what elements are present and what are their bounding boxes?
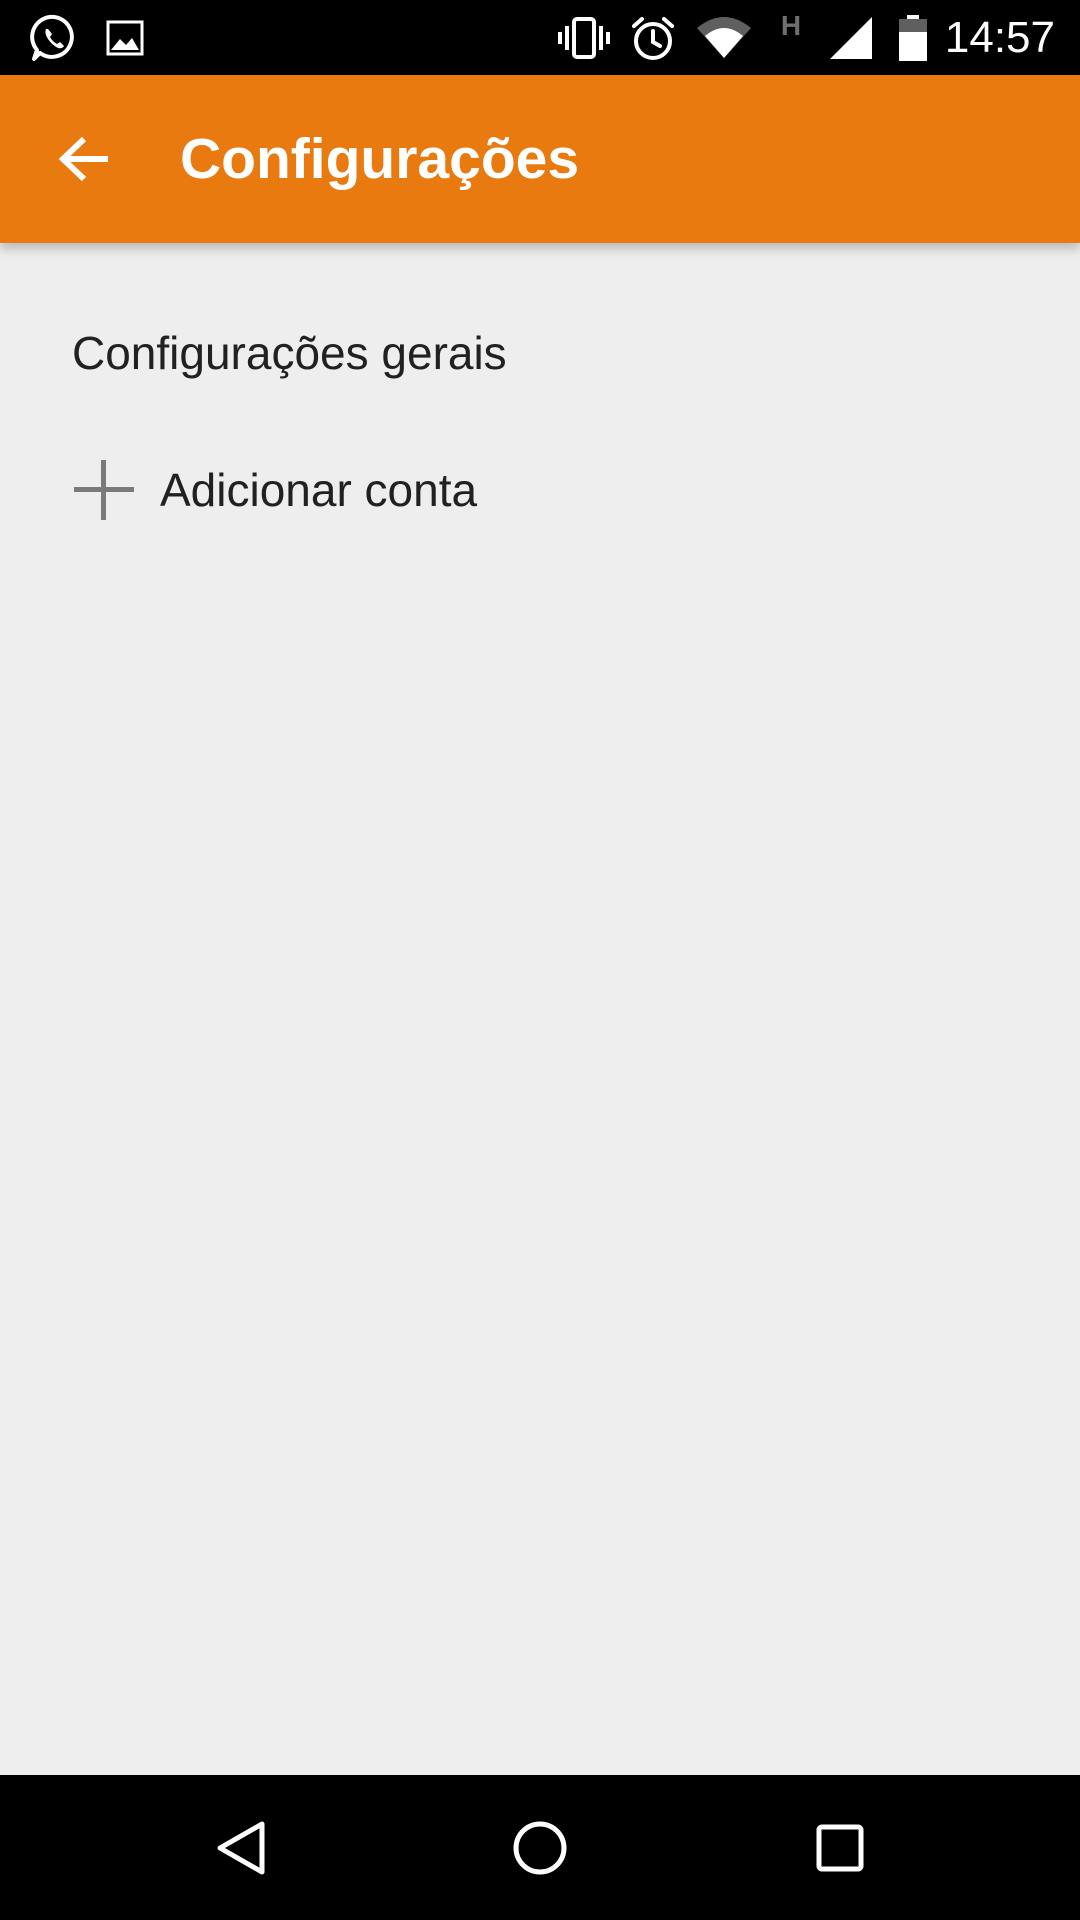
battery-icon (896, 0, 930, 75)
home-circle-icon (513, 1821, 567, 1874)
status-time: 14:57 (944, 13, 1055, 62)
image-icon (104, 0, 146, 75)
nav-recents-button[interactable] (760, 1775, 920, 1920)
whatsapp-icon (26, 0, 82, 75)
alarm-icon (628, 0, 678, 75)
general-settings-label: Configurações gerais (72, 327, 507, 379)
page-title: Configurações (180, 127, 580, 191)
nav-back-button[interactable] (160, 1775, 320, 1920)
signal-icon (826, 0, 876, 75)
back-triangle-icon (217, 1821, 265, 1874)
wifi-icon (694, 0, 754, 75)
app-bar: Configurações (0, 75, 1080, 243)
nav-home-button[interactable] (460, 1775, 620, 1920)
add-account-label: Adicionar conta (160, 464, 478, 516)
general-settings-item[interactable]: Configurações gerais (0, 303, 1080, 403)
vibrate-icon (556, 0, 612, 75)
arrow-back-icon (58, 136, 108, 182)
back-button[interactable] (40, 115, 128, 203)
navigation-bar (0, 1775, 1080, 1920)
settings-screen: H 14:57 Configurações Configurações gera… (0, 0, 1080, 1920)
recents-square-icon (816, 1824, 864, 1871)
plus-icon (74, 460, 134, 520)
settings-list: Configurações gerais Adicionar conta (0, 243, 1080, 1775)
network-h-icon: H (780, 10, 802, 41)
add-account-item[interactable]: Adicionar conta (0, 435, 1080, 545)
status-bar: H 14:57 (0, 0, 1080, 75)
